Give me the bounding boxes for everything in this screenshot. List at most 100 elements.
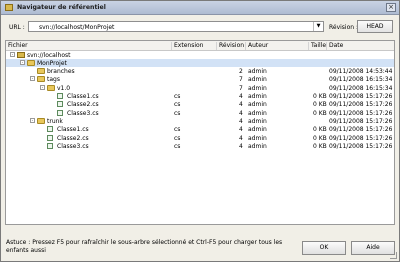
file-icon bbox=[57, 109, 63, 116]
row-author: admin bbox=[248, 126, 267, 134]
row-date: 09/11/2008 15:17:26 bbox=[329, 101, 393, 109]
folder-icon bbox=[37, 76, 45, 83]
row-author: admin bbox=[248, 142, 267, 150]
row-extension: cs bbox=[174, 101, 181, 109]
row-author: admin bbox=[248, 76, 267, 84]
column-header-file[interactable]: Fichier bbox=[6, 42, 172, 50]
url-value: svn://localhost/MonProjet bbox=[39, 24, 115, 31]
row-extension: cs bbox=[174, 142, 181, 150]
column-header-date[interactable]: Date bbox=[327, 42, 394, 50]
row-name: v1.0 bbox=[57, 84, 71, 92]
row-revision: 7 bbox=[239, 76, 243, 84]
row-extension: cs bbox=[174, 109, 181, 117]
row-name: svn://localhost bbox=[27, 51, 71, 59]
row-revision: 4 bbox=[239, 134, 243, 142]
tree-row[interactable]: - trunk 4 admin 09/11/2008 15:17:26 bbox=[6, 117, 394, 125]
row-extension: cs bbox=[174, 134, 181, 142]
row-author: admin bbox=[248, 84, 267, 92]
row-revision: 4 bbox=[239, 101, 243, 109]
row-size: 0 KB bbox=[313, 142, 327, 150]
chevron-down-icon[interactable]: ▼ bbox=[313, 22, 323, 31]
resize-grip[interactable] bbox=[390, 252, 397, 259]
column-header-size[interactable]: Taille bbox=[309, 42, 327, 50]
row-revision: 4 bbox=[239, 142, 243, 150]
row-name: tags bbox=[47, 76, 60, 84]
row-author: admin bbox=[248, 93, 267, 100]
row-revision: 4 bbox=[239, 109, 243, 117]
tree-row[interactable]: Classe1.cs cs 4 admin 0 KB 09/11/2008 15:17:2… bbox=[6, 126, 394, 134]
ok-button[interactable]: OK bbox=[302, 241, 346, 255]
app-icon bbox=[5, 4, 13, 11]
row-name: Classe2.cs bbox=[57, 134, 89, 142]
row-size: 0 KB bbox=[313, 134, 327, 142]
repo-browser-window: Navigateur de référentiel × URL : svn://… bbox=[0, 0, 400, 262]
row-name: Classe3.cs bbox=[67, 109, 99, 117]
url-label: URL : bbox=[9, 24, 25, 31]
repository-tree[interactable]: Fichier Extension Révision Auteur Taille… bbox=[5, 40, 395, 225]
tree-row[interactable]: - v1.0 7 admin 09/11/2008 16:15:34 bbox=[6, 84, 394, 92]
help-button[interactable]: Aide bbox=[351, 241, 395, 255]
column-header-revision[interactable]: Révision bbox=[217, 42, 246, 50]
row-size: 0 KB bbox=[313, 101, 327, 109]
tree-row[interactable]: Classe3.cs cs 4 admin 0 KB 09/11/2008 15:17:2… bbox=[6, 109, 394, 117]
row-revision: 4 bbox=[239, 117, 243, 125]
collapse-toggle-icon[interactable]: - bbox=[40, 84, 45, 90]
file-icon bbox=[47, 142, 53, 149]
row-extension: cs bbox=[174, 126, 181, 134]
row-revision: 2 bbox=[239, 68, 243, 76]
close-button[interactable]: × bbox=[386, 3, 396, 12]
row-date: 09/11/2008 14:53:44 bbox=[329, 68, 393, 76]
row-date: 09/11/2008 15:17:26 bbox=[329, 142, 393, 150]
row-author: admin bbox=[248, 117, 267, 125]
row-revision: 7 bbox=[239, 84, 243, 92]
window-title: Navigateur de référentiel bbox=[17, 4, 106, 11]
tree-row[interactable]: Classe2.cs cs 4 admin 0 KB 09/11/2008 15:17:2… bbox=[6, 134, 394, 142]
folder-icon bbox=[37, 68, 45, 75]
status-hint: Astuce : Pressez F5 pour rafraîchir le s… bbox=[6, 239, 283, 254]
repo-icon bbox=[17, 51, 25, 58]
row-name: Classe2.cs bbox=[67, 101, 99, 109]
column-header-extension[interactable]: Extension bbox=[172, 42, 217, 50]
row-name: MonProjet bbox=[37, 59, 67, 67]
folder-icon bbox=[47, 84, 55, 91]
title-bar[interactable]: Navigateur de référentiel × bbox=[1, 1, 399, 15]
row-name: trunk bbox=[47, 117, 63, 125]
row-date: 09/11/2008 15:17:26 bbox=[329, 93, 393, 100]
row-size: 0 KB bbox=[313, 109, 327, 117]
row-size: 0 KB bbox=[313, 93, 327, 100]
collapse-toggle-icon[interactable]: - bbox=[20, 59, 25, 65]
tree-row[interactable]: Classe3.cs cs 4 admin 0 KB 09/11/2008 15:17:2… bbox=[6, 142, 394, 150]
file-icon bbox=[47, 134, 53, 141]
row-extension: cs bbox=[174, 93, 181, 100]
row-date: 09/11/2008 15:17:26 bbox=[329, 117, 393, 125]
row-date: 09/11/2008 16:15:34 bbox=[329, 76, 393, 84]
tree-row[interactable]: - svn://localhost bbox=[6, 51, 394, 59]
column-header-author[interactable]: Auteur bbox=[246, 42, 309, 50]
row-author: admin bbox=[248, 109, 267, 117]
row-size: 0 KB bbox=[313, 126, 327, 134]
folder-icon bbox=[27, 59, 35, 66]
file-icon bbox=[57, 93, 63, 99]
row-name: branches bbox=[47, 68, 75, 76]
collapse-toggle-icon[interactable]: - bbox=[10, 51, 15, 57]
row-revision: 4 bbox=[239, 93, 243, 100]
url-input[interactable]: svn://localhost/MonProjet ▼ bbox=[28, 21, 324, 32]
row-author: admin bbox=[248, 101, 267, 109]
tree-row[interactable]: - tags 7 admin 09/11/2008 16:15:34 bbox=[6, 76, 394, 84]
row-name: Classe1.cs bbox=[67, 93, 99, 100]
row-date: 09/11/2008 15:17:26 bbox=[329, 134, 393, 142]
file-icon bbox=[57, 101, 63, 108]
collapse-toggle-icon[interactable]: - bbox=[30, 117, 35, 123]
tree-row[interactable]: Classe1.cs cs 4 admin 0 KB 09/11/2008 15:17:2… bbox=[6, 93, 394, 101]
tree-row[interactable]: branches 2 admin 09/11/2008 14:53:44 bbox=[6, 68, 394, 76]
tree-row[interactable]: Classe2.cs cs 4 admin 0 KB 09/11/2008 15:17:2… bbox=[6, 101, 394, 109]
column-header: Fichier Extension Révision Auteur Taille… bbox=[6, 41, 394, 51]
file-icon bbox=[47, 126, 53, 133]
collapse-toggle-icon[interactable]: - bbox=[30, 76, 35, 82]
row-date: 09/11/2008 15:17:26 bbox=[329, 126, 393, 134]
head-button[interactable]: HEAD bbox=[357, 20, 393, 33]
row-date: 09/11/2008 16:15:34 bbox=[329, 84, 393, 92]
tree-row[interactable]: - MonProjet bbox=[6, 59, 394, 68]
revision-label: Révision : bbox=[329, 24, 359, 31]
folder-icon bbox=[37, 117, 45, 124]
